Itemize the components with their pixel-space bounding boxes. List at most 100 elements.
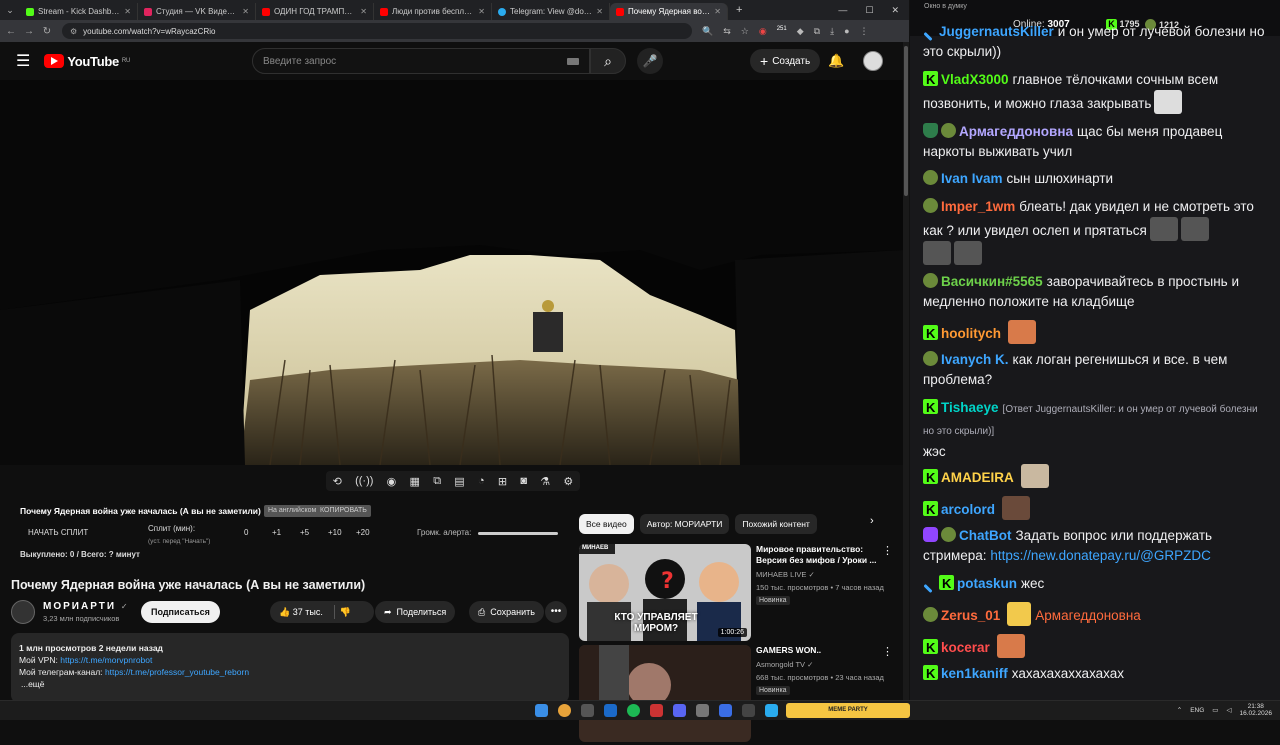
inc-1-button[interactable]: +1 <box>272 528 300 537</box>
tab-youtube-1[interactable]: ОДИН ГОД ТРАМПА - YouTube✕ <box>256 3 374 20</box>
chip-related[interactable]: Похожий контент <box>735 514 817 534</box>
recommended-video[interactable]: GAMERS WON.. Asmongold TV ✓ 668 тыс. про… <box>579 645 894 745</box>
close-tab-icon[interactable]: ✕ <box>242 7 249 16</box>
rec-title[interactable]: GAMERS WON.. <box>756 645 884 656</box>
alert-volume-slider[interactable] <box>478 532 558 535</box>
settings-gear-icon[interactable]: ⚙ <box>563 475 573 488</box>
rec-channel[interactable]: Asmongold TV ✓ <box>756 660 813 669</box>
like-button[interactable]: 👍 37 тыс. <box>279 601 323 623</box>
vpn-link[interactable]: https://t.me/morvpnrobot <box>60 655 152 665</box>
new-tab-button[interactable]: + <box>728 4 742 16</box>
rec-menu-icon[interactable]: ⋮ <box>882 645 893 658</box>
subscribe-button[interactable]: Подписаться <box>141 601 220 623</box>
minimize-icon[interactable]: — <box>838 5 847 16</box>
search-input[interactable]: Введите запрос <box>252 48 590 74</box>
tab-search-icon[interactable]: ⌄ <box>0 0 20 20</box>
menu-dots-icon[interactable]: ⋮ <box>860 26 869 37</box>
forward-icon[interactable]: → <box>22 26 36 37</box>
volume-icon[interactable]: ◁ <box>1226 706 1231 714</box>
steam-icon[interactable] <box>604 704 617 717</box>
close-tab-icon[interactable]: ✕ <box>478 7 485 16</box>
close-window-icon[interactable]: ✕ <box>891 5 899 16</box>
reload-icon[interactable]: ↻ <box>40 26 54 37</box>
chip-author[interactable]: Автор: МОРИАРТИ <box>639 514 730 534</box>
share-button[interactable]: ➦ Поделиться <box>375 601 456 623</box>
tab-vk[interactable]: Студия — VK Видео Live✕ <box>138 3 256 20</box>
notifications-bell-icon[interactable]: 🔔 <box>828 53 844 69</box>
inc-20-button[interactable]: +20 <box>356 528 384 537</box>
telegram-link[interactable]: https://t.me/professor_youtube_reborn <box>105 667 249 677</box>
channel-avatar[interactable] <box>11 600 35 624</box>
account-avatar[interactable] <box>863 51 883 71</box>
back-icon[interactable]: ← <box>4 26 18 37</box>
audio-icon[interactable]: ((·)) <box>355 475 373 487</box>
scrollbar-thumb[interactable] <box>904 46 908 196</box>
rec-title[interactable]: Мировое правительство: Версия без мифов … <box>756 544 884 566</box>
show-more-link[interactable]: ...ещё <box>19 678 561 690</box>
eye-icon[interactable]: ◉ <box>387 475 397 488</box>
dislike-button[interactable]: 👎 <box>340 601 351 623</box>
extension-icon[interactable]: ◆ <box>797 26 804 37</box>
windows-start-icon[interactable] <box>535 704 548 717</box>
loop-icon[interactable]: ⟲ <box>333 475 342 488</box>
extension-icon[interactable]: ◉ <box>759 26 767 37</box>
youtube-logo[interactable]: YouTube RU <box>44 54 130 69</box>
inc-10-button[interactable]: +10 <box>328 528 356 537</box>
spotify-icon[interactable] <box>627 704 640 717</box>
create-button[interactable]: + Создать <box>750 49 821 73</box>
channel-name[interactable]: МОРИАРТИ ✓ <box>43 601 128 612</box>
extension-badge[interactable]: 251 <box>777 26 787 37</box>
translate-icon[interactable]: ⇆ <box>723 26 731 37</box>
profile-icon[interactable]: ● <box>844 26 849 37</box>
search-button[interactable]: ⌕ <box>590 48 626 74</box>
start-split-button[interactable]: НАЧАТЬ СПЛИТ <box>28 528 88 537</box>
tab-telegram[interactable]: Telegram: View @dobro_2ch✕ <box>492 3 610 20</box>
video-player[interactable] <box>0 80 903 465</box>
telegram-icon[interactable] <box>765 704 778 717</box>
more-actions-button[interactable]: ••• <box>545 601 567 623</box>
description-box[interactable]: 1 млн просмотров 2 недели назад Мой VPN:… <box>11 633 569 703</box>
rec-channel[interactable]: МИНАЕВ LIVE ✓ <box>756 570 815 579</box>
tab-youtube-active[interactable]: Почему Ядерная война у...✕ <box>610 3 728 20</box>
clock[interactable]: 21:38 16.02.2026 <box>1239 703 1272 717</box>
discord-icon[interactable] <box>673 704 686 717</box>
split-value[interactable]: 0 <box>244 528 272 537</box>
maximize-icon[interactable]: ☐ <box>865 5 873 16</box>
hamburger-menu-icon[interactable]: ☰ <box>16 51 30 71</box>
chip-all-videos[interactable]: Все видео <box>579 514 634 534</box>
site-info-icon[interactable]: ⚙ <box>70 27 77 36</box>
chat-scrollbar[interactable] <box>1272 36 1278 691</box>
extensions-puzzle-icon[interactable]: ⧉ <box>814 26 820 37</box>
obs-icon[interactable] <box>650 704 663 717</box>
tray-chevron-icon[interactable]: ⌃ <box>1177 706 1182 714</box>
rec-menu-icon[interactable]: ⋮ <box>882 544 893 557</box>
camera-icon[interactable]: ◙ <box>520 475 527 487</box>
inc-5-button[interactable]: +5 <box>300 528 328 537</box>
recommended-video[interactable]: ? МИНАЕВ КТО УПРАВЛЯЕТ МИРОМ? 1:00:26 Ми… <box>579 544 894 644</box>
bookmark-star-icon[interactable]: ☆ <box>741 26 749 37</box>
close-tab-icon[interactable]: ✕ <box>714 7 721 16</box>
chevron-right-icon[interactable]: › <box>870 515 874 527</box>
url-field[interactable]: ⚙ youtube.com/watch?v=wRaycazCRio <box>62 23 692 39</box>
zoom-icon[interactable]: 🔍 <box>702 26 713 37</box>
app-icon[interactable] <box>581 704 594 717</box>
meme-party-widget[interactable]: MEME PARTY <box>786 703 910 718</box>
close-tab-icon[interactable]: ✕ <box>596 7 603 16</box>
tab-kick[interactable]: Stream - Kick Dashboard ✕ <box>20 3 138 20</box>
keyboard-icon[interactable] <box>567 57 579 65</box>
language-indicator[interactable]: ENG <box>1190 707 1204 714</box>
tab-youtube-2[interactable]: Люди против бесплодия: сем...✕ <box>374 3 492 20</box>
donate-link[interactable]: https://new.donatepay.ru/@GRPZDC <box>990 548 1211 563</box>
flask-icon[interactable]: ⚗ <box>540 475 550 488</box>
plus-frame-icon[interactable]: ⊞ <box>498 475 507 488</box>
video-thumbnail[interactable]: ? МИНАЕВ КТО УПРАВЛЯЕТ МИРОМ? 1:00:26 <box>579 544 751 641</box>
network-icon[interactable]: ▭ <box>1212 706 1218 714</box>
close-tab-icon[interactable]: ✕ <box>124 7 131 16</box>
app-icon[interactable] <box>742 704 755 717</box>
voice-search-button[interactable]: 🎤 <box>637 48 663 74</box>
media-player-icon[interactable] <box>719 704 732 717</box>
speed-icon[interactable]: ◔ <box>478 475 485 487</box>
cinema-icon[interactable]: ▤ <box>454 475 464 488</box>
ext-lang-chip[interactable]: На английском <box>264 505 321 517</box>
app-icon[interactable] <box>696 704 709 717</box>
